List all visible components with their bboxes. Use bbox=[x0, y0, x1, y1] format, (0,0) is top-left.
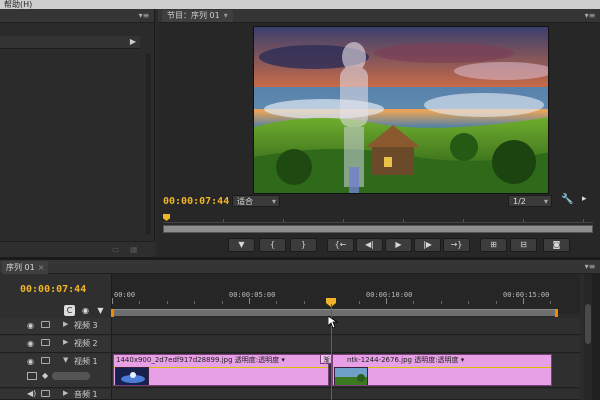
extract-icon[interactable]: ⊟ bbox=[510, 238, 537, 252]
eye-icon[interactable]: ◉ bbox=[27, 357, 34, 366]
menubar: 帮助(H) bbox=[0, 0, 600, 9]
work-area-bar[interactable] bbox=[111, 309, 558, 317]
clip-1440x900[interactable]: 1440x900_2d7edf917d28899.jpg 透明度:透明度 ▾ bbox=[113, 354, 329, 386]
sequence-timeline-panel: 序列 01 × ▾≡ 00:00:07:44 C ◉ ▼ 00:00 00:00:… bbox=[0, 260, 600, 400]
program-zoom-scrollbar[interactable] bbox=[163, 225, 593, 233]
export-frame-icon[interactable]: ◙ bbox=[543, 238, 570, 252]
program-timecode[interactable]: 00:00:07:44 bbox=[163, 196, 229, 207]
ruler-label: 00:00:05:00 bbox=[229, 291, 276, 299]
expand-triangle-icon[interactable]: ▶ bbox=[63, 338, 68, 346]
keyframe-icon[interactable]: ◆ bbox=[42, 371, 48, 380]
work-area-end[interactable] bbox=[555, 309, 558, 317]
lock-icon[interactable] bbox=[41, 321, 50, 328]
track-video-1[interactable]: ◉ ▼ 视频 1 ◆ 1440x900_2d7edf917d28899.jpg … bbox=[0, 354, 580, 388]
chevron-down-icon[interactable]: ▾ bbox=[224, 11, 228, 20]
clip-ntk-1244-2676[interactable]: ntk-1244-2676.jpg 透明度:透明度 ▾ bbox=[332, 354, 552, 386]
chevron-down-icon: ▾ bbox=[271, 197, 276, 206]
program-video-preview[interactable] bbox=[253, 26, 549, 194]
expand-triangle-icon[interactable]: ▶ bbox=[63, 320, 68, 328]
program-time-ruler[interactable] bbox=[163, 214, 593, 223]
panel-menu-icon[interactable]: ▾≡ bbox=[583, 262, 597, 271]
track-name: 视频 1 bbox=[74, 357, 98, 366]
program-playhead[interactable] bbox=[163, 214, 170, 221]
clip-thumbnail bbox=[115, 367, 149, 385]
step-back-icon[interactable]: ◀| bbox=[356, 238, 383, 252]
resolution-value: 1/2 bbox=[513, 197, 526, 206]
scrollbar-thumb[interactable] bbox=[585, 304, 591, 344]
lock-icon[interactable] bbox=[41, 390, 50, 397]
zoom-level-select[interactable]: 适合 ▾ bbox=[232, 195, 280, 207]
timeline-time-ruler[interactable]: 00:00 00:00:05:00 00:00:10:00 00:00:15:0… bbox=[112, 274, 580, 314]
speaker-icon[interactable]: ◀) bbox=[27, 389, 36, 398]
program-tab-label: 节目：序列 01 bbox=[167, 11, 220, 20]
lock-icon[interactable] bbox=[41, 339, 50, 346]
timeline-vertical-scrollbar[interactable] bbox=[584, 274, 592, 400]
sequence-tab-label: 序列 01 bbox=[6, 263, 35, 272]
track-video-2[interactable]: ◉ ▶ 视频 2 bbox=[0, 336, 580, 353]
mouse-cursor-icon bbox=[328, 316, 338, 328]
track-header: ◉ ▼ 视频 1 ◆ bbox=[0, 354, 112, 387]
track-header: ◉ ▶ 视频 2 bbox=[0, 336, 112, 352]
project-row[interactable]: ▶ bbox=[0, 36, 140, 49]
collapse-triangle-icon[interactable]: ▼ bbox=[63, 356, 68, 364]
chevron-down-icon: ▾ bbox=[543, 197, 548, 206]
clip-label: ntk-1244-2676.jpg 透明度:透明度 ▾ bbox=[347, 356, 465, 364]
add-marker-icon[interactable]: ▼ bbox=[95, 305, 106, 316]
sequence-timecode[interactable]: 00:00:07:44 bbox=[20, 284, 86, 295]
go-to-in-icon[interactable]: {← bbox=[327, 238, 354, 252]
clip-thumbnail bbox=[334, 367, 368, 385]
track-name: 视频 2 bbox=[74, 339, 98, 348]
program-monitor: 节目：序列 01 ▾ ▾≡ 00:00:07:44 适合 ▾ 1/2 ▾ 🔧 ▸… bbox=[158, 9, 600, 257]
delete-icon[interactable]: ▦ bbox=[130, 245, 138, 254]
track-audio-1[interactable]: ◀) ▶ 音频 1 bbox=[0, 389, 580, 400]
playback-resolution-select[interactable]: 1/2 ▾ bbox=[508, 195, 552, 207]
panel-menu-icon[interactable]: ▾≡ bbox=[137, 11, 151, 20]
marker-icon[interactable]: ▼ bbox=[228, 238, 255, 252]
track-header: ◀) ▶ 音频 1 bbox=[0, 389, 112, 399]
clip-label: 1440x900_2d7edf917d28899.jpg 透明度:透明度 ▾ bbox=[116, 356, 285, 364]
expand-arrow-icon[interactable]: ▶ bbox=[130, 37, 136, 46]
keyframe-nav[interactable] bbox=[52, 372, 90, 380]
video-frame-image bbox=[254, 27, 548, 193]
ruler-label: 00:00:15:00 bbox=[503, 291, 550, 299]
display-style-icon[interactable] bbox=[27, 372, 37, 380]
settings-wrench-icon[interactable]: 🔧 bbox=[561, 194, 573, 205]
zoom-level-value: 适合 bbox=[237, 197, 253, 206]
tab-program-monitor[interactable]: 节目：序列 01 ▾ bbox=[162, 10, 233, 22]
mark-out-icon[interactable]: } bbox=[290, 238, 317, 252]
thumbnail-image bbox=[116, 368, 148, 385]
ruler-label: 00:00:10:00 bbox=[366, 291, 413, 299]
track-name: 音频 1 bbox=[74, 390, 98, 399]
snap-icon[interactable]: C bbox=[64, 305, 75, 316]
new-bin-icon[interactable]: ▭ bbox=[112, 245, 120, 254]
project-panel: ▾≡ ▶ ▭ ▦ bbox=[0, 9, 155, 257]
track-video-3[interactable]: ◉ ▶ 视频 3 bbox=[0, 318, 580, 335]
panel-edge bbox=[592, 274, 600, 400]
program-monitor-tabbar: 节目：序列 01 ▾ ▾≡ bbox=[158, 9, 600, 23]
project-panel-header: ▾≡ bbox=[0, 9, 154, 23]
mark-in-icon[interactable]: { bbox=[259, 238, 286, 252]
eye-icon[interactable]: ◉ bbox=[27, 321, 34, 330]
chevron-right-icon[interactable]: ▸ bbox=[582, 194, 587, 204]
go-to-out-icon[interactable]: →} bbox=[443, 238, 470, 252]
close-icon[interactable]: × bbox=[38, 263, 45, 272]
eye-icon[interactable]: ◉ bbox=[27, 339, 34, 348]
play-icon[interactable]: ▶ bbox=[385, 238, 412, 252]
menu-help[interactable]: 帮助(H) bbox=[4, 0, 32, 9]
link-icon[interactable]: ◉ bbox=[80, 305, 91, 316]
lift-icon[interactable]: ⊞ bbox=[480, 238, 507, 252]
project-footer: ▭ ▦ bbox=[0, 241, 155, 257]
tab-sequence[interactable]: 序列 01 × bbox=[2, 261, 49, 274]
expand-triangle-icon[interactable]: ▶ bbox=[63, 389, 68, 397]
ruler-label: 00:00 bbox=[114, 291, 136, 299]
panel-menu-icon[interactable]: ▾≡ bbox=[583, 11, 597, 20]
step-forward-icon[interactable]: |▶ bbox=[414, 238, 441, 252]
project-scrollbar[interactable] bbox=[146, 54, 151, 234]
lock-icon[interactable] bbox=[41, 357, 50, 364]
track-header: ◉ ▶ 视频 3 bbox=[0, 318, 112, 334]
track-name: 视频 3 bbox=[74, 321, 98, 330]
thumbnail-image bbox=[335, 368, 367, 385]
timeline-tabbar: 序列 01 × ▾≡ bbox=[0, 260, 600, 274]
work-area-start[interactable] bbox=[111, 309, 114, 317]
